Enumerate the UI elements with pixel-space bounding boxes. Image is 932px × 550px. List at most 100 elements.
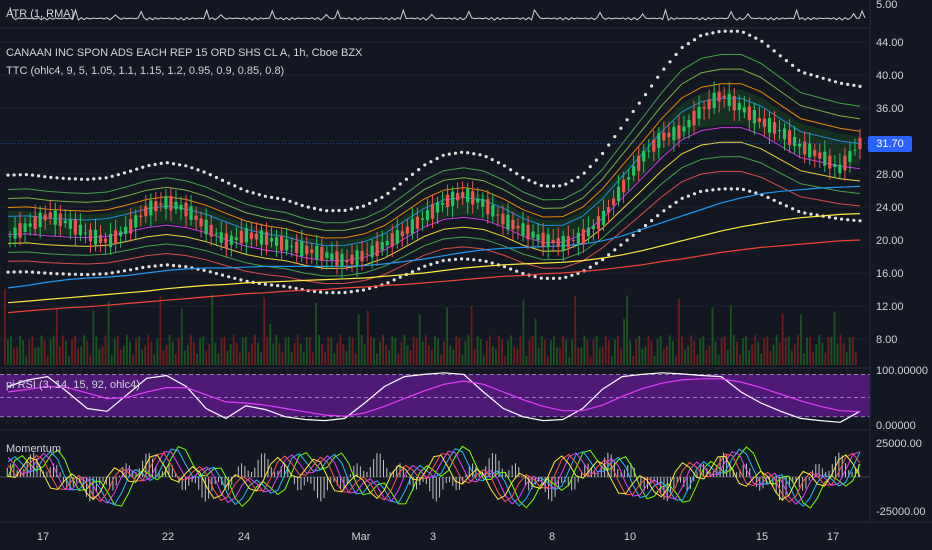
volume-bar — [217, 353, 220, 365]
envelope-dot — [435, 260, 439, 265]
volume-bar — [507, 340, 510, 365]
envelope-dot — [453, 151, 458, 155]
volume-bar — [760, 353, 763, 365]
candle-body — [798, 143, 802, 147]
volume-bar — [543, 339, 546, 365]
candle-body — [68, 219, 72, 229]
candle-body — [737, 103, 741, 111]
volume-bar — [98, 348, 101, 365]
chart-stage[interactable]: 5.0044.0040.0036.0032.0028.0024.0020.001… — [0, 0, 932, 550]
envelope-dot — [723, 29, 727, 33]
volume-bar — [52, 335, 55, 365]
volume-bar — [43, 340, 46, 365]
envelope-dot — [723, 187, 727, 191]
envelope-dot — [772, 198, 776, 202]
envelope-dot — [380, 195, 384, 199]
envelope-dot — [601, 151, 605, 156]
envelope-dot — [153, 264, 157, 268]
candle-body — [712, 92, 716, 108]
volume-bar — [263, 297, 266, 365]
candle-body — [290, 246, 294, 248]
volume-bar — [504, 355, 506, 365]
volume-bar — [790, 350, 793, 365]
momentum-label[interactable]: Momentum — [6, 443, 61, 455]
time-tick-label: 10 — [624, 531, 636, 543]
candle-body — [531, 231, 535, 238]
volume-bar — [110, 355, 113, 365]
envelope-dot — [858, 219, 862, 223]
candle-body — [652, 139, 656, 152]
envelope-dot — [61, 272, 65, 276]
volume-bar — [202, 336, 205, 365]
volume-bar — [546, 356, 549, 365]
volume-bar — [318, 335, 320, 365]
candle-body — [496, 214, 500, 216]
volume-bar — [434, 336, 436, 365]
volume-bar — [208, 344, 211, 365]
candle-body — [742, 107, 746, 113]
envelope-dot — [797, 209, 801, 214]
envelope-dot — [288, 199, 292, 203]
atr-label[interactable]: ATR (1, RMA) — [6, 8, 74, 20]
candle-body — [838, 164, 842, 174]
candle-body — [179, 204, 183, 210]
symbol-title[interactable]: CANAAN INC SPON ADS EACH REP 15 ORD SHS … — [6, 47, 362, 59]
volume-bar — [34, 347, 37, 365]
volume-bar — [729, 305, 732, 365]
envelope-dot — [18, 173, 22, 177]
envelope-dot — [49, 271, 53, 275]
candle-body — [722, 95, 726, 98]
volume-bar — [193, 342, 195, 365]
envelope-dot — [509, 267, 513, 271]
candle-body — [300, 241, 304, 257]
candle-body — [274, 237, 279, 246]
volume-bar — [293, 343, 296, 365]
volume-bar — [812, 351, 815, 365]
envelope-dot — [631, 109, 635, 114]
rsi-label[interactable]: pi RSI (3, 14, 15, 92, ohlc4) — [6, 379, 140, 391]
volume-bar — [351, 337, 354, 365]
candle-body — [843, 155, 847, 171]
indicator-label[interactable]: TTC (ohlc4, 9, 5, 1.05, 1.1, 1.15, 1.2, … — [6, 65, 284, 77]
volume-bar — [476, 335, 479, 365]
envelope-dot — [80, 272, 84, 277]
envelope-dot — [662, 67, 666, 71]
candle-body — [330, 253, 334, 260]
volume-bar — [479, 338, 482, 365]
envelope-dot — [766, 195, 770, 200]
volume-bar — [809, 336, 811, 365]
candle-body — [692, 110, 696, 126]
volume-bar — [296, 335, 299, 365]
volume-bar — [775, 335, 778, 365]
volume-bar — [492, 346, 494, 365]
volume-bar — [77, 348, 79, 365]
candle-body — [647, 150, 651, 152]
volume-bar — [272, 343, 275, 365]
envelope-dot — [846, 82, 850, 86]
candle-body — [134, 215, 138, 228]
volume-bar — [757, 341, 760, 365]
candle-body — [576, 232, 580, 244]
volume-bar — [583, 335, 586, 365]
volume-bar — [726, 349, 729, 365]
envelope-dot — [607, 253, 611, 257]
price-tick-label: 36.00 — [876, 103, 904, 115]
volume-bar — [299, 343, 302, 365]
candle-body — [204, 219, 208, 235]
envelope-dot — [699, 189, 703, 194]
candle-body — [415, 216, 419, 229]
volume-bar — [742, 338, 744, 365]
volume-bar — [366, 310, 369, 365]
candle-body — [365, 253, 369, 255]
chart-canvas[interactable]: 5.0044.0040.0036.0032.0028.0024.0020.001… — [0, 0, 932, 550]
envelope-dot — [214, 175, 218, 180]
envelope-dot — [129, 169, 133, 173]
volume-bar — [229, 344, 232, 365]
envelope-dot — [417, 267, 421, 271]
envelope-dot — [827, 78, 832, 82]
volume-bar — [220, 337, 223, 365]
envelope-dot — [453, 257, 458, 261]
candle-body — [456, 193, 460, 201]
volume-bar — [687, 345, 689, 365]
volume-bar — [440, 354, 442, 365]
